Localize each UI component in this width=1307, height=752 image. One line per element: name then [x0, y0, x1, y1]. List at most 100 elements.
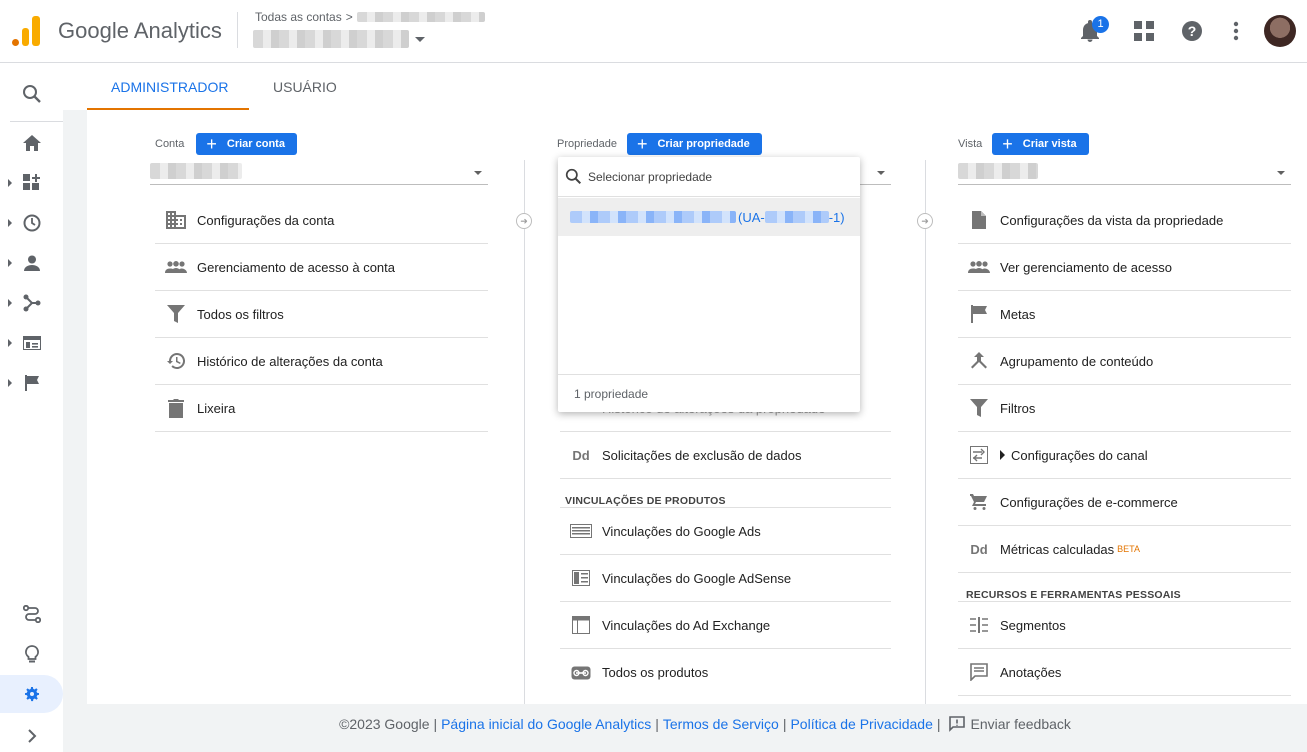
plus-icon: +: [1002, 134, 1013, 154]
audience-person-icon[interactable]: [0, 244, 63, 282]
search-icon: [558, 168, 588, 185]
list-item[interactable]: Segmentos: [958, 602, 1291, 649]
breadcrumb-all-accounts[interactable]: Todas as contas: [255, 10, 342, 24]
copyright-text: ©2023 Google |: [339, 716, 438, 732]
breadcrumb-separator: >: [345, 10, 353, 24]
dd-icon: Dd: [572, 447, 590, 463]
data-deletion-label: Solicitações de exclusão de dados: [602, 447, 802, 463]
content-grouping-label: Agrupamento de conteúdo: [1000, 353, 1154, 369]
conversions-flag-icon[interactable]: [0, 364, 63, 402]
expand-chevron-right-icon[interactable]: [0, 717, 63, 752]
list-item[interactable]: Vinculações do Ad Exchange: [560, 602, 891, 649]
property-option[interactable]: (UA- -1): [558, 198, 860, 236]
chevron-down-icon: [415, 36, 425, 42]
create-property-button[interactable]: + Criar propriedade: [626, 133, 762, 155]
all-products-label: Todos os produtos: [602, 665, 709, 680]
list-item[interactable]: Todos os filtros: [155, 291, 488, 338]
attribution-icon[interactable]: [0, 595, 63, 633]
home-icon[interactable]: [0, 124, 63, 162]
breadcrumb-account-redacted: [356, 12, 485, 22]
list-item[interactable]: Configurações do canal: [958, 432, 1291, 479]
list-item[interactable]: Anotações: [958, 649, 1291, 696]
property-count: 1 propriedade: [558, 374, 860, 412]
segments-icon: [958, 617, 1000, 633]
product-links-section-title: VINCULAÇÕES DE PRODUTOS: [565, 495, 726, 507]
adexchange-icon: [560, 616, 602, 634]
account-column-header: Conta + Criar conta: [155, 133, 297, 155]
cart-icon: [958, 494, 1000, 510]
list-item[interactable]: Lixeira: [155, 385, 488, 432]
realtime-clock-icon[interactable]: [0, 204, 63, 242]
acquisition-icon[interactable]: [0, 284, 63, 322]
plus-icon: +: [206, 134, 217, 154]
account-selector-dropdown[interactable]: [150, 159, 488, 185]
privacy-link[interactable]: Política de Privacidade: [790, 716, 932, 732]
list-item[interactable]: Gerenciamento de acesso à conta: [155, 244, 488, 291]
svg-text:?: ?: [1188, 23, 1197, 39]
footer-separator: |: [936, 716, 941, 732]
lightbulb-icon[interactable]: [0, 635, 63, 673]
adsense-icon: [560, 570, 602, 586]
customization-icon[interactable]: [0, 164, 63, 202]
list-item[interactable]: Dd Métricas calculadas BETA: [958, 526, 1291, 573]
avatar[interactable]: [1264, 15, 1296, 47]
apps-grid-icon[interactable]: [1132, 19, 1156, 43]
history-icon: [155, 352, 197, 370]
list-item[interactable]: Configurações da conta: [155, 197, 488, 244]
list-item[interactable]: Configurações de e-commerce: [958, 479, 1291, 526]
grouping-icon: [958, 352, 1000, 370]
list-item[interactable]: Agrupamento de conteúdo: [958, 338, 1291, 385]
footer-separator: |: [655, 716, 659, 732]
link-icon: [560, 666, 602, 680]
list-item[interactable]: Metas: [958, 291, 1291, 338]
account-settings-label: Configurações da conta: [197, 212, 335, 228]
send-feedback-button[interactable]: Enviar feedback: [948, 716, 1071, 732]
property-id-redacted: [764, 211, 829, 223]
view-selector-value-redacted: [958, 163, 1038, 179]
google-ads-links-label: Vinculações do Google Ads: [602, 523, 761, 539]
brand-title[interactable]: Google Analytics: [58, 18, 222, 44]
list-item[interactable]: Configurações da vista da propriedade: [958, 197, 1291, 244]
list-item[interactable]: Todos os produtos: [560, 649, 891, 696]
footer-separator: |: [782, 716, 787, 732]
create-account-button[interactable]: + Criar conta: [196, 133, 297, 155]
account-selector[interactable]: [253, 30, 425, 48]
expand-triangle-icon[interactable]: [1000, 450, 1005, 460]
goals-label: Metas: [1000, 306, 1036, 322]
breadcrumb[interactable]: Todas as contas >: [255, 10, 485, 24]
column-divider: [524, 160, 525, 704]
ecommerce-settings-label: Configurações de e-commerce: [1000, 494, 1178, 510]
property-search-input[interactable]: [588, 169, 838, 184]
list-item[interactable]: Histórico de alterações da conta: [155, 338, 488, 385]
terms-link[interactable]: Termos de Serviço: [663, 716, 779, 732]
view-selector-dropdown[interactable]: [958, 159, 1291, 185]
page-footer: ©2023 Google | Página inicial do Google …: [63, 716, 1307, 732]
people-icon: [155, 261, 197, 273]
account-label: Conta: [155, 138, 185, 150]
building-icon: [155, 211, 197, 229]
behavior-icon[interactable]: [0, 324, 63, 362]
account-history-label: Histórico de alterações da conta: [197, 353, 383, 369]
list-item[interactable]: Dd Solicitações de exclusão de dados: [560, 432, 891, 479]
list-item[interactable]: Vinculações do Google Ads: [560, 508, 891, 555]
more-vert-icon[interactable]: [1224, 19, 1248, 43]
property-column-header: Propriedade + Criar propriedade: [557, 133, 762, 155]
admin-tabs: ADMINISTRADOR USUÁRIO: [63, 63, 1307, 110]
create-view-button[interactable]: + Criar vista: [992, 133, 1089, 155]
search-icon[interactable]: [0, 75, 63, 113]
list-item[interactable]: Filtros: [958, 385, 1291, 432]
tab-administrador[interactable]: ADMINISTRADOR: [111, 79, 228, 95]
channel-icon: [958, 446, 1000, 464]
chevron-down-icon: [474, 171, 482, 175]
google-analytics-logo[interactable]: [12, 16, 40, 46]
tab-usuario[interactable]: USUÁRIO: [273, 79, 337, 95]
list-item[interactable]: Vinculações do Google AdSense: [560, 555, 891, 602]
help-icon[interactable]: ?: [1180, 19, 1204, 43]
property-label: Propriedade: [557, 138, 617, 150]
chevron-down-icon: [877, 171, 885, 175]
admin-gear-icon[interactable]: [0, 675, 63, 713]
channel-settings-label: Configurações do canal: [1011, 447, 1148, 463]
list-item[interactable]: Ver gerenciamento de acesso: [958, 244, 1291, 291]
adsense-links-label: Vinculações do Google AdSense: [602, 570, 792, 586]
ga-home-link[interactable]: Página inicial do Google Analytics: [441, 716, 651, 732]
